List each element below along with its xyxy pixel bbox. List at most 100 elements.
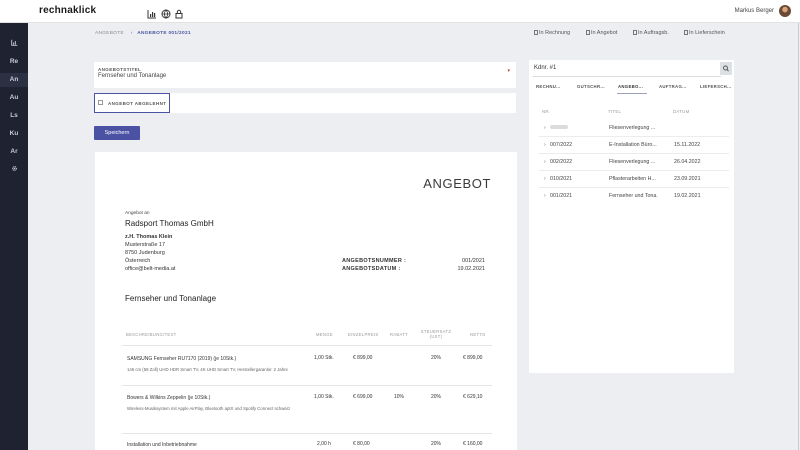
sidebar-item-auftraege[interactable]: Au — [0, 91, 28, 105]
tab-orders[interactable]: AUFTRAG... — [659, 84, 687, 89]
related-documents-panel: Kdnr. #1 RECHNU... GUTSCHR... ANGEBO... … — [529, 60, 734, 373]
search-button[interactable] — [720, 62, 732, 75]
sidebar-item-angebote[interactable]: An — [0, 73, 28, 87]
convert-to-order-link[interactable]: In Auftragsb. — [633, 30, 669, 36]
chevron-right-icon: › — [544, 176, 546, 182]
breadcrumb-current: ANGEBOTE 001/2021 — [137, 31, 191, 36]
list-item[interactable]: › 002/2022 Fliesenverlegung ... 26.04.20… — [539, 154, 729, 171]
save-button[interactable]: Speichern — [94, 126, 140, 140]
chart-icon — [10, 39, 17, 46]
sidebar-item-artikel[interactable]: Ar — [0, 145, 28, 159]
globe-icon[interactable] — [161, 6, 171, 19]
customer-search-input[interactable]: Kdnr. #1 — [533, 65, 721, 75]
list-item[interactable]: › Fliesenverlegung ... — [539, 120, 729, 137]
document-icon — [534, 30, 538, 35]
top-bar: rechnaklick Markus Berger — [0, 0, 800, 23]
list-item-title: Fliesenverlegung ... — [609, 159, 656, 165]
sidebar-item-lieferscheine[interactable]: Ls — [0, 109, 28, 123]
breadcrumb-parent[interactable]: ANGEBOTE — [95, 31, 124, 36]
item-title: SAMSUNG Fernseher RU7170 (2019) (je 10St… — [127, 356, 237, 362]
breadcrumb: ANGEBOTE › ANGEBOTE 001/2021 — [95, 31, 191, 36]
col-header-discount: RABATT — [390, 332, 409, 337]
sidebar-item-dashboard[interactable] — [0, 37, 28, 51]
list-item[interactable]: › 010/2021 Pflasterarbeiten H... 23.09.2… — [539, 171, 729, 188]
divider — [122, 385, 492, 386]
item-unit-price: € 899,00 — [353, 355, 373, 361]
item-discount: 10% — [394, 394, 405, 400]
convert-to-invoice-link[interactable]: In Rechnung — [534, 30, 570, 36]
item-tax: 20% — [431, 355, 442, 361]
recipient-country: Österreich — [125, 258, 151, 264]
item-unit-price: € 80,00 — [353, 441, 370, 447]
item-title: Installation und Inbetriebnahme — [127, 442, 197, 448]
list-item-nr: 007/2022 — [550, 142, 573, 148]
tab-credit-notes[interactable]: GUTSCHR... — [577, 84, 605, 89]
page-scrollbar[interactable] — [798, 23, 799, 450]
tab-delivery-notes[interactable]: LIEFERSCH... — [700, 84, 732, 89]
list-item-nr: 002/2022 — [550, 159, 573, 165]
recipient-email: office@belt-media.at — [125, 266, 176, 272]
lock-icon[interactable] — [174, 6, 184, 19]
offer-list: NR. TITEL DATUM › Fliesenverlegung ... ›… — [532, 98, 731, 373]
divider — [122, 433, 492, 434]
item-tax: 20% — [431, 441, 442, 447]
col-header-quantity: MENGE — [316, 332, 333, 337]
offer-rejected-label[interactable]: ANGEBOT ABGELEHNT — [108, 101, 166, 106]
document-icon — [586, 30, 590, 35]
offer-title-input[interactable]: Fernseher und Tonanlage — [98, 73, 166, 79]
item-title: Bowers & Wilkins Zeppelin (je 10Stk.) — [127, 395, 211, 401]
chevron-right-icon: › — [544, 125, 546, 131]
convert-to-delivery-link[interactable]: In Lieferschein — [684, 30, 725, 36]
item-quantity: 2,00 h — [317, 441, 331, 447]
divider — [533, 76, 721, 77]
item-net: € 629,10 — [463, 394, 483, 400]
convert-to-offer-link[interactable]: In Angebot — [586, 30, 617, 36]
required-marker: ▾ — [507, 68, 510, 74]
list-item-title: Pflasterarbeiten H... — [609, 176, 656, 182]
item-tax: 20% — [431, 394, 442, 400]
list-header-nr: NR. — [542, 109, 551, 114]
sidebar: Re An Au Ls Ku Ar — [0, 23, 28, 450]
active-tab-indicator — [617, 93, 647, 94]
list-item-date: 26.04.2022 — [674, 159, 701, 165]
recipient-attn: z.H. Thomas Klein — [125, 234, 173, 240]
col-header-unit-price: EINZELPREIS — [348, 332, 379, 337]
item-net: € 899,00 — [463, 355, 483, 361]
offer-date-value: 19.02.2021 — [457, 266, 485, 272]
item-unit-price: € 699,00 — [353, 394, 373, 400]
offer-subject: Fernseher und Tonanlage — [125, 294, 217, 303]
list-item-title: Fernseher und Tona... — [609, 193, 658, 199]
list-header-title: TITEL — [608, 109, 622, 114]
user-name[interactable]: Markus Berger — [735, 8, 774, 14]
list-item[interactable]: › 007/2022 E-Installation Büro... 15.11.… — [539, 137, 729, 154]
tab-invoices[interactable]: RECHNU... — [536, 84, 561, 89]
recipient-company: Radsport Thomas GmbH — [125, 219, 214, 228]
offer-title-card: ANGEBOTSTITEL Fernseher und Tonanlage ▾ — [94, 62, 516, 88]
list-item-date: 23.09.2021 — [674, 176, 701, 182]
offer-rejected-checkbox[interactable] — [98, 100, 103, 105]
sidebar-item-rechnungen[interactable]: Re — [0, 55, 28, 69]
item-quantity: 1,00 Stk. — [314, 394, 334, 400]
chevron-right-icon: › — [544, 142, 546, 148]
chart-icon[interactable] — [147, 6, 157, 19]
offer-rejected-card: ANGEBOT ABGELEHNT — [94, 93, 516, 113]
offer-date-label: ANGEBOTSDATUM : — [342, 266, 401, 272]
col-header-description: BESCHREIBUNG/TEXT — [126, 332, 177, 337]
list-item[interactable]: › 001/2021 Fernseher und Tona... 19.02.2… — [539, 188, 729, 205]
divider — [122, 345, 492, 346]
avatar[interactable] — [779, 5, 791, 17]
offer-title-label: ANGEBOTSTITEL — [98, 67, 142, 72]
offer-number-label: ANGEBOTSNUMMER : — [342, 258, 407, 264]
item-quantity: 1,00 Stk. — [314, 355, 334, 361]
app-logo[interactable]: rechnaklick — [39, 5, 96, 16]
document-icon — [684, 30, 688, 35]
col-header-tax: STEUERSATZ (UST) — [420, 329, 452, 339]
recipient-label: Angebot an — [125, 211, 150, 216]
tab-offers[interactable]: ANGEBO... — [618, 84, 643, 89]
list-item-nr — [550, 125, 568, 132]
sidebar-item-settings[interactable] — [0, 163, 28, 177]
list-item-title: Fliesenverlegung ... — [609, 125, 656, 131]
sidebar-item-kunden[interactable]: Ku — [0, 127, 28, 141]
recipient-street: Musterstraße 17 — [125, 242, 166, 248]
list-item-date: 15.11.2022 — [674, 142, 701, 148]
